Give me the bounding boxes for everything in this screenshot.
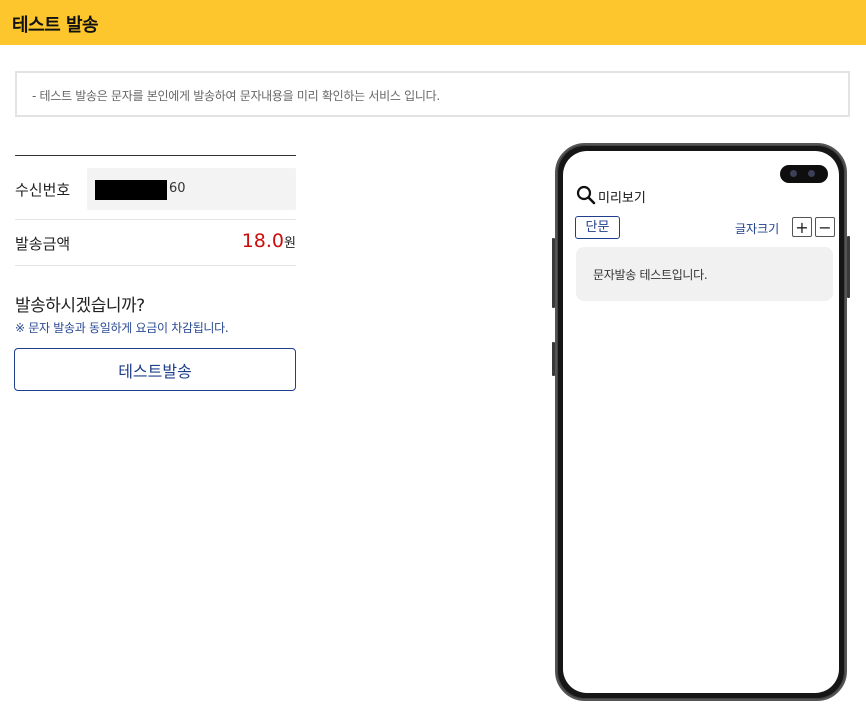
- recipient-label: 수신번호: [15, 181, 71, 199]
- recipient-value: 60: [169, 181, 186, 196]
- font-size-decrease-button[interactable]: −: [815, 217, 835, 237]
- send-form: 수신번호 60 발송금액 18.0원: [15, 155, 296, 266]
- page-title: 테스트 발송: [12, 15, 99, 36]
- phone-screen: 미리보기 단문 글자크기 + − 문자발송 테스트입니다.: [563, 151, 839, 693]
- font-size-increase-button[interactable]: +: [792, 217, 812, 237]
- amount-row: 발송금액 18.0원: [15, 220, 296, 266]
- phone-power-button: [847, 236, 850, 298]
- phone-mockup: 미리보기 단문 글자크기 + − 문자발송 테스트입니다.: [555, 143, 847, 701]
- font-size-label: 글자크기: [735, 222, 780, 236]
- test-send-button[interactable]: 테스트발송: [14, 348, 296, 391]
- amount-display: 18.0원: [242, 230, 296, 252]
- message-type-badge: 단문: [575, 216, 620, 239]
- confirm-question: 발송하시겠습니까?: [15, 296, 145, 316]
- page-header: 테스트 발송: [0, 0, 866, 45]
- amount-unit: 원: [284, 236, 296, 251]
- amount-label: 발송금액: [15, 235, 71, 253]
- recipient-row: 수신번호 60: [15, 156, 296, 220]
- camera-lens-icon: [790, 170, 797, 177]
- message-preview-text: 문자발송 테스트입니다.: [593, 268, 708, 282]
- amount-value: 18.0: [241, 230, 285, 252]
- camera-lens-icon: [808, 170, 815, 177]
- camera-notch: [780, 165, 828, 183]
- recipient-field[interactable]: 60: [87, 168, 296, 210]
- message-preview-bubble: 문자발송 테스트입니다.: [576, 247, 833, 301]
- redaction-mask: [95, 180, 167, 200]
- preview-title: 미리보기: [598, 191, 646, 206]
- notice-box: - 테스트 발송은 문자를 본인에게 발송하여 문자내용을 미리 확인하는 서비…: [15, 71, 850, 117]
- search-icon: [576, 185, 596, 205]
- notice-text: - 테스트 발송은 문자를 본인에게 발송하여 문자내용을 미리 확인하는 서비…: [32, 89, 440, 103]
- charge-note: ※ 문자 발송과 동일하게 요금이 차감됩니다.: [15, 321, 229, 335]
